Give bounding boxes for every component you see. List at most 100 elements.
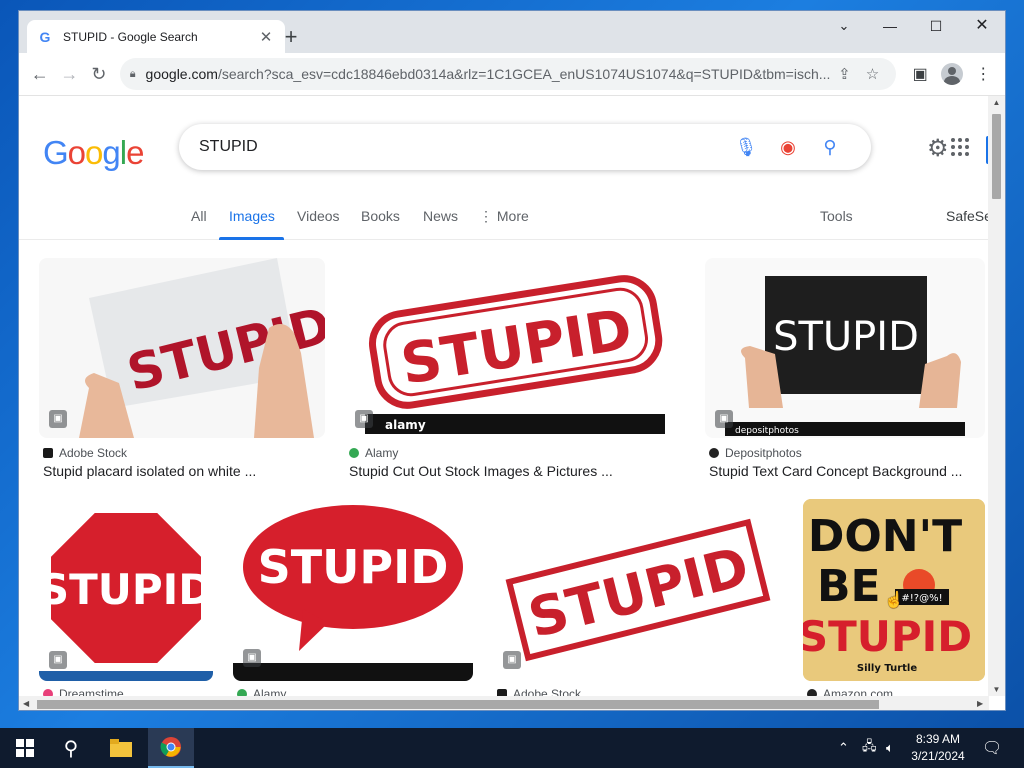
address-bar[interactable]: 🔒︎ google.com/search?sca_esv=cdc18846ebd… bbox=[119, 58, 897, 90]
result-image-placard[interactable]: STUPID ▣ bbox=[39, 258, 325, 438]
browser-toolbar: ← → ↻ 🔒︎ google.com/search?sca_esv=cdc18… bbox=[19, 53, 1005, 96]
file-explorer-icon[interactable] bbox=[98, 728, 144, 768]
tab-search-icon[interactable]: ⌄ bbox=[821, 11, 867, 41]
windows-start-icon[interactable] bbox=[2, 728, 48, 768]
browser-tab[interactable]: G STUPID - Google Search ✕ bbox=[27, 20, 285, 53]
google-favicon-icon: G bbox=[39, 28, 51, 45]
new-tab-button[interactable]: + bbox=[277, 24, 305, 52]
image-badge-icon: ▣ bbox=[49, 410, 67, 428]
settings-gear-icon[interactable]: ⚙ bbox=[927, 134, 949, 163]
notifications-icon[interactable]: 🗨︎ bbox=[982, 728, 1002, 768]
card-text: STUPID bbox=[773, 314, 919, 360]
vertical-scrollbar[interactable]: ▲ ▼ bbox=[988, 96, 1005, 696]
result-source[interactable]: Adobe Stock bbox=[497, 687, 581, 696]
google-lens-icon[interactable]: ◉ bbox=[767, 137, 809, 158]
result-image-stamp[interactable]: STUPID alamy ▣ bbox=[345, 258, 685, 438]
lock-icon[interactable]: 🔒︎ bbox=[130, 68, 136, 81]
scroll-down-icon[interactable]: ▼ bbox=[988, 685, 1005, 694]
hand-cursor-icon: ☝ bbox=[884, 592, 904, 609]
tab-videos[interactable]: Videos bbox=[297, 208, 340, 224]
search-page: Google STUPID 🎙︎ ◉ ⚲ ⚙ All Images Videos… bbox=[19, 96, 989, 696]
taskbar-clock[interactable]: 8:39 AM 3/21/2024 bbox=[906, 731, 970, 765]
forward-icon[interactable]: → bbox=[55, 59, 85, 89]
result-source[interactable]: Alamy bbox=[237, 687, 286, 696]
tab-title: STUPID - Google Search bbox=[63, 29, 198, 44]
depositphotos-watermark: depositphotos bbox=[735, 426, 799, 436]
depositphotos-icon bbox=[709, 448, 719, 458]
result-source[interactable]: Adobe Stock bbox=[43, 446, 127, 460]
book-author: Silly Turtle bbox=[857, 663, 917, 674]
tab-images[interactable]: Images bbox=[229, 208, 275, 224]
horizontal-scrollbar[interactable]: ◀ ▶ bbox=[19, 696, 989, 710]
close-window-button[interactable]: ✕ bbox=[959, 11, 1005, 41]
browser-window: G STUPID - Google Search ✕ + ⌄ — ☐ ✕ ← →… bbox=[18, 10, 1006, 711]
result-source[interactable]: Alamy bbox=[349, 446, 398, 460]
scroll-left-icon[interactable]: ◀ bbox=[23, 696, 29, 710]
image-badge-icon: ▣ bbox=[503, 651, 521, 669]
bubble-text: STUPID bbox=[258, 540, 449, 594]
scroll-right-icon[interactable]: ▶ bbox=[977, 696, 983, 710]
image-badge-icon: ▣ bbox=[715, 410, 733, 428]
network-icon[interactable]: 🖧︎ bbox=[862, 728, 877, 768]
tools-button[interactable]: Tools bbox=[820, 208, 853, 224]
amazon-icon bbox=[807, 689, 817, 696]
search-icon[interactable]: ⚲ bbox=[809, 137, 851, 158]
tab-news[interactable]: News bbox=[423, 208, 458, 224]
clock-date: 3/21/2024 bbox=[911, 749, 965, 763]
result-image-stopsign[interactable]: STUPID ▣ bbox=[39, 499, 213, 681]
bookmark-star-icon[interactable]: ☆ bbox=[858, 65, 886, 83]
google-apps-icon[interactable] bbox=[951, 138, 969, 156]
search-box[interactable]: STUPID 🎙︎ ◉ ⚲ bbox=[179, 124, 871, 170]
alamy-watermark: alamy bbox=[385, 418, 426, 432]
result-image-grunge[interactable]: STUPID ▣ bbox=[493, 499, 783, 681]
url-text[interactable]: google.com/search?sca_esv=cdc18846ebd031… bbox=[146, 66, 831, 82]
horizontal-scroll-thumb[interactable] bbox=[37, 700, 879, 709]
profile-icon[interactable] bbox=[936, 59, 968, 89]
result-source[interactable]: Dreamstime bbox=[43, 687, 124, 696]
image-badge-icon: ▣ bbox=[49, 651, 67, 669]
taskbar: ⚲ ⌃ 🖧︎ 🔈︎ 8:39 AM 3/21/2024 🗨︎ bbox=[0, 728, 1024, 768]
alamy-icon bbox=[237, 689, 247, 696]
vertical-scroll-thumb[interactable] bbox=[992, 114, 1001, 199]
tab-strip: G STUPID - Google Search ✕ + ⌄ — ☐ ✕ bbox=[19, 11, 1005, 53]
minimize-button[interactable]: — bbox=[867, 11, 913, 41]
result-source[interactable]: Depositphotos bbox=[709, 446, 802, 460]
tray-chevron-icon[interactable]: ⌃ bbox=[838, 728, 849, 768]
side-panel-icon[interactable]: ▣ bbox=[904, 59, 936, 89]
scroll-up-icon[interactable]: ▲ bbox=[988, 98, 1005, 107]
maximize-button[interactable]: ☐ bbox=[913, 11, 959, 41]
search-input[interactable]: STUPID bbox=[199, 138, 725, 156]
result-caption[interactable]: Stupid placard isolated on white ... bbox=[43, 463, 323, 479]
back-icon[interactable]: ← bbox=[25, 59, 55, 89]
tab-all[interactable]: All bbox=[191, 208, 207, 224]
safesearch-button[interactable]: SafeSe bbox=[946, 208, 989, 224]
share-icon[interactable]: ⇪ bbox=[830, 65, 858, 83]
book-line3: STUPID bbox=[803, 612, 972, 661]
search-tabs: All Images Videos Books News ⋮ More Tool… bbox=[19, 196, 989, 240]
stopsign-text: STUPID bbox=[39, 565, 213, 614]
result-image-card[interactable]: STUPID depositphotos ▣ bbox=[705, 258, 985, 438]
result-image-bubble[interactable]: STUPID ▣ bbox=[233, 499, 473, 681]
book-line2: BE bbox=[817, 561, 881, 612]
image-badge-icon: ▣ bbox=[243, 649, 261, 667]
alamy-icon bbox=[349, 448, 359, 458]
image-badge-icon: ▣ bbox=[355, 410, 373, 428]
search-icon[interactable]: ⚲ bbox=[48, 728, 94, 768]
clock-time: 8:39 AM bbox=[915, 732, 961, 746]
chrome-taskbar-icon[interactable] bbox=[148, 728, 194, 768]
result-caption[interactable]: Stupid Text Card Concept Background ... bbox=[709, 463, 979, 479]
volume-muted-icon[interactable]: 🔈︎ bbox=[886, 728, 894, 768]
dreamstime-icon bbox=[43, 689, 53, 696]
menu-kebab-icon[interactable]: ⋮ bbox=[967, 59, 999, 89]
result-source[interactable]: Amazon.com bbox=[807, 687, 893, 696]
adobe-stock-icon bbox=[43, 448, 53, 458]
close-tab-icon[interactable]: ✕ bbox=[257, 28, 275, 46]
tab-more[interactable]: ⋮ More bbox=[479, 208, 529, 225]
google-logo[interactable]: Google bbox=[43, 134, 144, 172]
reload-icon[interactable]: ↻ bbox=[84, 59, 114, 89]
book-symbols: #!?@%! bbox=[901, 593, 942, 604]
tab-books[interactable]: Books bbox=[361, 208, 400, 224]
result-caption[interactable]: Stupid Cut Out Stock Images & Pictures .… bbox=[349, 463, 679, 479]
book-line1: DON'T bbox=[808, 511, 962, 562]
microphone-icon[interactable]: 🎙︎ bbox=[725, 137, 767, 158]
